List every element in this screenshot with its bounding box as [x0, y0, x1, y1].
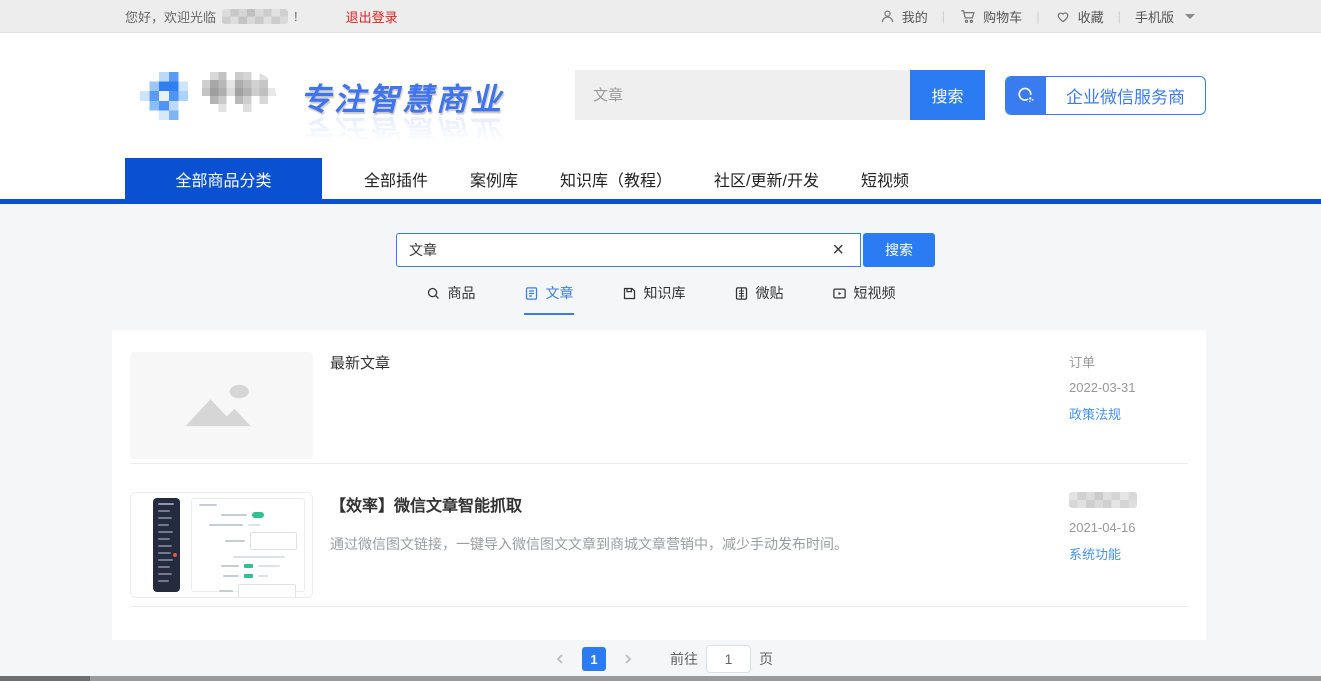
mobile-version-label: 手机版 [1135, 7, 1174, 26]
wechat-work-icon [1006, 77, 1046, 114]
header-search-button[interactable]: 搜索 [910, 70, 985, 120]
horizontal-scrollbar[interactable] [0, 676, 1321, 681]
knowledge-icon [622, 286, 637, 301]
mobile-version-link[interactable]: 手机版 [1135, 7, 1195, 26]
tab-videos-label: 短视频 [854, 283, 896, 303]
result-row: 【效率】微信文章智能抓取 通过微信图文链接，一键导入微信图文文章到商城文章营销中… [112, 464, 1206, 606]
clear-icon[interactable]: × [828, 240, 848, 260]
search-section: × 搜索 [396, 233, 935, 267]
thumb-admin-form [191, 498, 305, 592]
result-title[interactable]: 最新文章 [330, 352, 1069, 373]
tab-articles-label: 文章 [546, 283, 574, 303]
wechat-service-label: 企业微信服务商 [1046, 83, 1205, 108]
header-search: 搜索 [575, 70, 985, 120]
result-meta-label: 订单 [1069, 352, 1188, 371]
result-title[interactable]: 【效率】微信文章智能抓取 [330, 492, 1069, 516]
brand-tagline: 专注智慧商业 专注智慧商业 [300, 74, 530, 156]
result-meta: 订单 2022-03-31 政策法规 [1069, 352, 1188, 432]
nav-item-all-plugins[interactable]: 全部插件 [364, 158, 428, 199]
row-divider [130, 606, 1188, 607]
tab-knowledge-label: 知识库 [644, 283, 686, 303]
topbar-greeting: 您好，欢迎光临 ! 退出登录 [125, 7, 398, 26]
result-category-link[interactable]: 政策法规 [1069, 404, 1188, 423]
topbar: 您好，欢迎光临 ! 退出登录 我的 | 购物车 [0, 0, 1321, 33]
result-meta: 2021-04-16 系统功能 [1069, 492, 1188, 572]
wechat-service-button[interactable]: 企业微信服务商 [1005, 76, 1206, 115]
nav-item-short-video[interactable]: 短视频 [861, 158, 909, 199]
tab-videos[interactable]: 短视频 [832, 283, 896, 315]
search-input[interactable] [409, 242, 828, 258]
result-description: 通过微信图文链接，一键导入微信图文文章到商城文章营销中，减少手动发布时间。 [330, 534, 1069, 555]
blurred-logo-text [202, 72, 276, 120]
search-box: × [396, 233, 861, 267]
main-content: × 搜索 商品 文章 知 [0, 204, 1321, 681]
main-navigation: 全部商品分类 全部插件 案例库 知识库（教程） 社区/更新/开发 短视频 [0, 158, 1321, 204]
goto-page-input[interactable] [706, 645, 751, 673]
chevron-down-icon [1185, 14, 1195, 19]
greeting-text: 您好，欢迎光临 [125, 7, 216, 26]
pagination: 1 前往 页 [0, 645, 1321, 673]
blurred-meta-label [1069, 492, 1137, 508]
results-card: 最新文章 订单 2022-03-31 政策法规 [112, 330, 1206, 640]
goto-label: 前往 [670, 649, 698, 669]
separator: | [1036, 9, 1039, 24]
video-icon [832, 286, 847, 301]
image-placeholder-icon [174, 375, 270, 437]
nav-item-case-library[interactable]: 案例库 [470, 158, 518, 199]
blurred-shop-name [222, 9, 288, 24]
separator: | [1118, 9, 1121, 24]
result-tabs: 商品 文章 知识库 微贴 [0, 283, 1321, 315]
note-icon [734, 286, 749, 301]
my-account-link[interactable]: 我的 [879, 7, 928, 26]
tab-goods-label: 商品 [448, 283, 476, 303]
heart-icon [1054, 7, 1072, 25]
scrollbar-thumb[interactable] [0, 676, 90, 681]
tab-knowledge[interactable]: 知识库 [622, 283, 686, 315]
thumb-admin-sidebar [153, 498, 180, 592]
tab-posts[interactable]: 微贴 [734, 283, 784, 315]
result-body: 最新文章 [313, 352, 1069, 373]
tab-posts-label: 微贴 [756, 283, 784, 303]
header: 专注智慧商业 专注智慧商业 搜索 企业微信服务商 [0, 34, 1321, 158]
favorites-link[interactable]: 收藏 [1054, 7, 1104, 26]
topbar-links: 我的 | 购物车 | 收藏 | 手机版 [879, 7, 1195, 26]
goto-unit-label: 页 [759, 649, 773, 669]
result-body: 【效率】微信文章智能抓取 通过微信图文链接，一键导入微信图文文章到商城文章营销中… [313, 492, 1069, 555]
cart-label: 购物车 [983, 7, 1022, 26]
result-row: 最新文章 订单 2022-03-31 政策法规 [112, 330, 1206, 463]
site-logo[interactable] [140, 72, 276, 120]
search-icon [426, 286, 441, 301]
result-date: 2022-03-31 [1069, 380, 1188, 395]
greeting-suffix: ! [294, 9, 298, 24]
cart-icon [959, 7, 977, 25]
tab-articles[interactable]: 文章 [524, 283, 574, 315]
result-thumbnail-placeholder[interactable] [130, 352, 313, 459]
page-number-current[interactable]: 1 [582, 647, 606, 671]
blurred-logo-icon [140, 72, 188, 120]
result-category-link[interactable]: 系统功能 [1069, 544, 1188, 563]
nav-item-community[interactable]: 社区/更新/开发 [714, 158, 819, 199]
my-account-label: 我的 [902, 7, 928, 26]
prev-page-button[interactable] [548, 647, 572, 671]
goto-page: 前往 页 [670, 645, 773, 673]
header-search-input[interactable] [575, 70, 910, 120]
tab-goods[interactable]: 商品 [426, 283, 476, 315]
user-icon [879, 8, 896, 25]
search-button[interactable]: 搜索 [863, 233, 935, 267]
result-thumbnail-image[interactable] [130, 492, 313, 598]
result-date: 2021-04-16 [1069, 520, 1188, 535]
notification-dot [173, 553, 177, 557]
logout-link[interactable]: 退出登录 [346, 7, 398, 26]
cart-link[interactable]: 购物车 [959, 7, 1022, 26]
favorites-label: 收藏 [1078, 7, 1104, 26]
next-page-button[interactable] [616, 647, 640, 671]
separator: | [942, 9, 945, 24]
nav-item-all-categories[interactable]: 全部商品分类 [125, 158, 322, 199]
tagline-reflection: 专注智慧商业 [300, 111, 530, 156]
nav-item-knowledge-base[interactable]: 知识库（教程） [560, 158, 672, 199]
article-icon [524, 286, 539, 301]
